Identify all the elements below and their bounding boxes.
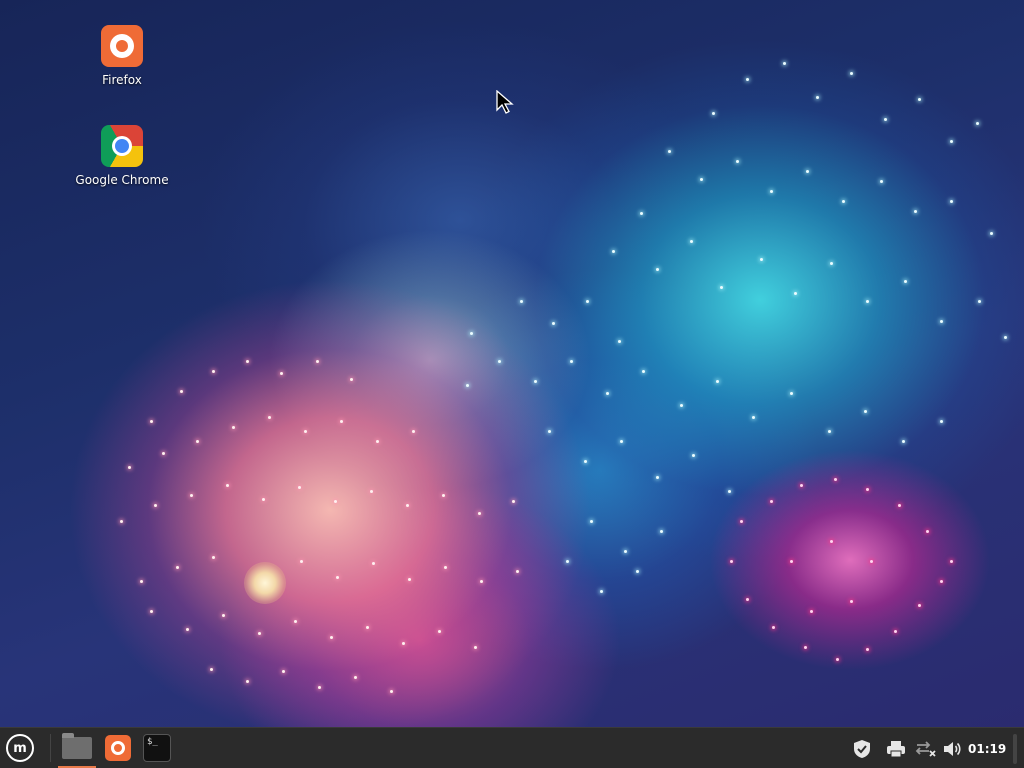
desktop-icon-google-chrome[interactable]: Google Chrome xyxy=(67,125,177,187)
wallpaper-burst xyxy=(244,562,286,604)
taskbar-launcher-terminal[interactable]: $_ xyxy=(141,732,173,764)
linux-mint-logo-icon: m xyxy=(6,734,34,762)
desktop-icon-firefox[interactable]: Firefox xyxy=(67,25,177,87)
desktop-icon-label: Firefox xyxy=(102,73,142,87)
taskbar-separator xyxy=(50,734,51,762)
taskbar-launcher-firefox[interactable] xyxy=(102,732,134,764)
firefox-icon xyxy=(101,25,143,67)
network-disconnected-icon xyxy=(915,740,936,757)
mouse-pointer-icon xyxy=(496,90,514,114)
printer-icon xyxy=(887,740,905,757)
tray-update-manager[interactable] xyxy=(850,728,874,768)
tray-sound[interactable] xyxy=(940,728,964,768)
tray-printers[interactable] xyxy=(884,728,908,768)
taskbar-launcher-files[interactable] xyxy=(61,732,93,764)
chrome-icon xyxy=(101,125,143,167)
taskbar: m $_ 01:19 xyxy=(0,727,1024,768)
shield-icon xyxy=(854,739,870,758)
tray-network[interactable] xyxy=(914,728,938,768)
start-menu-button[interactable]: m xyxy=(4,732,36,764)
terminal-icon: $_ xyxy=(143,734,171,762)
folder-icon xyxy=(62,733,92,759)
desktop-icon-label: Google Chrome xyxy=(75,173,169,187)
firefox-icon xyxy=(105,735,131,761)
volume-icon xyxy=(944,741,961,756)
clock[interactable]: 01:19 xyxy=(968,728,1006,768)
show-desktop-button[interactable] xyxy=(1013,734,1017,764)
desktop: Firefox Google Chrome m $_ 01:19 xyxy=(0,0,1024,768)
